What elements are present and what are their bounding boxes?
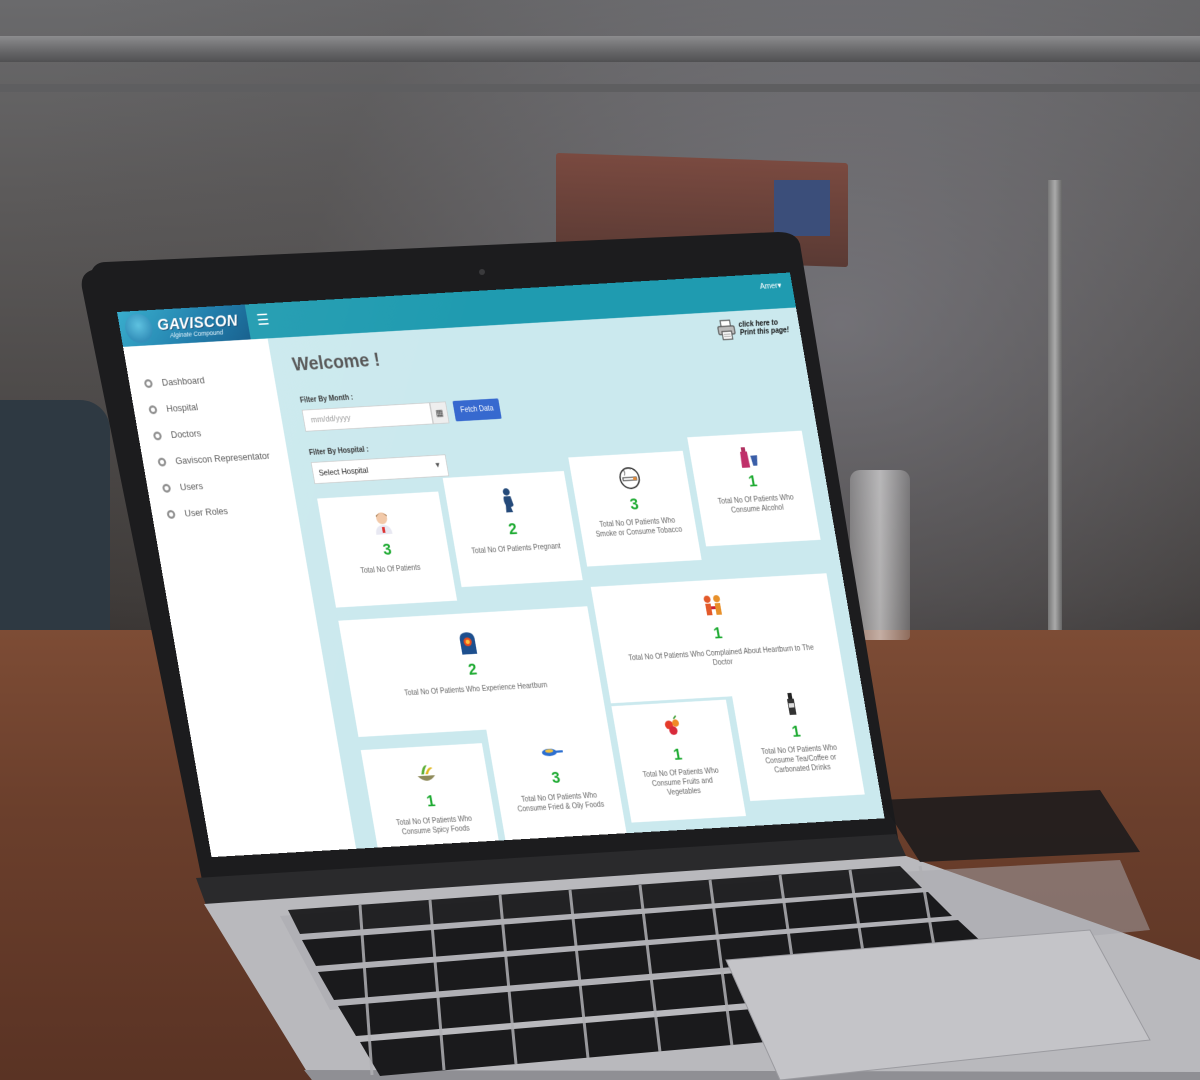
stat-label: Total No Of Patients Who Consume Fruits … bbox=[634, 766, 730, 800]
filter-hospital-label: Filter By Hospital : bbox=[309, 446, 370, 457]
heartburn-icon bbox=[454, 629, 481, 655]
stat-card-fried-food[interactable]: 3 Total No Of Patients Who Consume Fried… bbox=[486, 721, 627, 844]
sidebar-item-label: Users bbox=[179, 480, 204, 492]
laptop-screen: GAVISCON Alginate Compound ☰ Amer▾ Dashb… bbox=[0, 0, 1200, 1080]
stat-value: 1 bbox=[619, 742, 737, 768]
print-text: click here to Print this page! bbox=[738, 318, 790, 337]
sidebar-item-doctors[interactable]: Doctors bbox=[152, 428, 201, 442]
print-text-line2: Print this page! bbox=[739, 326, 789, 337]
menu-toggle-icon[interactable]: ☰ bbox=[256, 313, 273, 328]
fetch-data-button[interactable]: Fetch Data bbox=[452, 398, 501, 421]
user-menu[interactable]: Amer▾ bbox=[759, 280, 782, 291]
coffee-icon bbox=[778, 691, 805, 717]
sidebar-item-label: Dashboard bbox=[161, 374, 206, 387]
alcohol-icon bbox=[735, 443, 762, 469]
stat-card-total-patients[interactable]: 3 Total No Of Patients bbox=[317, 492, 457, 608]
print-page-button[interactable]: click here to Print this page! bbox=[715, 315, 791, 341]
sidebar-item-hospital[interactable]: Hospital bbox=[148, 401, 199, 415]
stat-label: Total No Of Patients Pregnant bbox=[467, 541, 566, 556]
stat-card-smoking[interactable]: 3 Total No Of Patients Who Smoke or Cons… bbox=[568, 451, 701, 567]
sidebar-item-user-roles[interactable]: User Roles bbox=[166, 505, 229, 519]
spicy-food-icon bbox=[412, 760, 439, 786]
stat-card-fruits[interactable]: 1 Total No Of Patients Who Consume Fruit… bbox=[611, 700, 746, 823]
doctor-complaint-icon bbox=[699, 593, 726, 619]
sidebar-item-users[interactable]: Users bbox=[162, 480, 204, 493]
dashboard-app: GAVISCON Alginate Compound ☰ Amer▾ Dashb… bbox=[117, 273, 885, 858]
sidebar-item-label: Gaviscon Representator bbox=[174, 450, 270, 466]
sidebar-item-dashboard[interactable]: Dashboard bbox=[143, 374, 205, 388]
stat-value: 3 bbox=[575, 492, 693, 518]
nurse-icon bbox=[369, 509, 396, 535]
radio-dot-icon bbox=[148, 405, 158, 414]
stat-label: Total No Of Patients bbox=[341, 562, 440, 577]
stat-value: 3 bbox=[494, 765, 618, 791]
stat-value: 2 bbox=[450, 516, 574, 542]
stomach-figure-icon bbox=[123, 313, 155, 344]
stat-card-heartburn[interactable]: 2 Total No Of Patients Who Experience He… bbox=[338, 606, 607, 737]
stat-label: Total No Of Patients Who Consume Fried &… bbox=[510, 790, 610, 815]
stat-label: Total No Of Patients Who Consume Spicy F… bbox=[385, 814, 485, 838]
stat-value: 1 bbox=[737, 719, 855, 745]
sidebar-item-label: Doctors bbox=[170, 428, 202, 441]
radio-dot-icon bbox=[144, 379, 154, 388]
fruits-icon bbox=[659, 714, 686, 740]
chevron-down-icon: ▼ bbox=[434, 461, 442, 469]
radio-dot-icon bbox=[162, 483, 172, 492]
hospital-select[interactable]: Select Hospital ▼ bbox=[311, 454, 449, 484]
stat-card-alcohol[interactable]: 1 Total No Of Patients Who Consume Alcoh… bbox=[687, 431, 820, 547]
sidebar-item-representator[interactable]: Gaviscon Representator bbox=[157, 450, 271, 467]
filter-month-label: Filter By Month : bbox=[299, 394, 353, 405]
stat-value: 1 bbox=[369, 788, 493, 814]
calendar-icon[interactable]: ▦ bbox=[430, 401, 450, 424]
main-content: click here to Print this page! Welcome !… bbox=[268, 307, 885, 848]
stat-value: 3 bbox=[325, 537, 449, 563]
pregnant-icon bbox=[494, 487, 521, 513]
stat-card-coffee[interactable]: 1 Total No Of Patients Who Consume Tea/C… bbox=[730, 678, 865, 801]
page-title: Welcome ! bbox=[291, 348, 382, 376]
stat-label: Total No Of Patients Who Complained Abou… bbox=[626, 643, 818, 673]
radio-dot-icon bbox=[153, 431, 163, 440]
printer-icon bbox=[715, 318, 739, 341]
hospital-select-value: Select Hospital bbox=[318, 466, 369, 478]
stat-card-pregnant[interactable]: 2 Total No Of Patients Pregnant bbox=[443, 471, 583, 587]
stat-label: Total No Of Patients Who Consume Tea/Cof… bbox=[753, 743, 850, 777]
stat-value: 1 bbox=[694, 468, 812, 494]
smoking-icon bbox=[616, 465, 643, 491]
stat-label: Total No Of Patients Who Consume Alcohol bbox=[709, 492, 804, 516]
radio-dot-icon bbox=[157, 457, 167, 466]
fried-food-icon bbox=[537, 737, 564, 763]
month-date-input[interactable]: mm/dd/yyyy bbox=[302, 402, 434, 431]
radio-dot-icon bbox=[166, 509, 176, 518]
stat-card-spicy-food[interactable]: 1 Total No Of Patients Who Consume Spicy… bbox=[361, 743, 502, 857]
sidebar-item-label: User Roles bbox=[184, 505, 229, 518]
stat-label: Total No Of Patients Who Smoke or Consum… bbox=[591, 515, 686, 539]
sidebar-item-label: Hospital bbox=[165, 401, 198, 414]
